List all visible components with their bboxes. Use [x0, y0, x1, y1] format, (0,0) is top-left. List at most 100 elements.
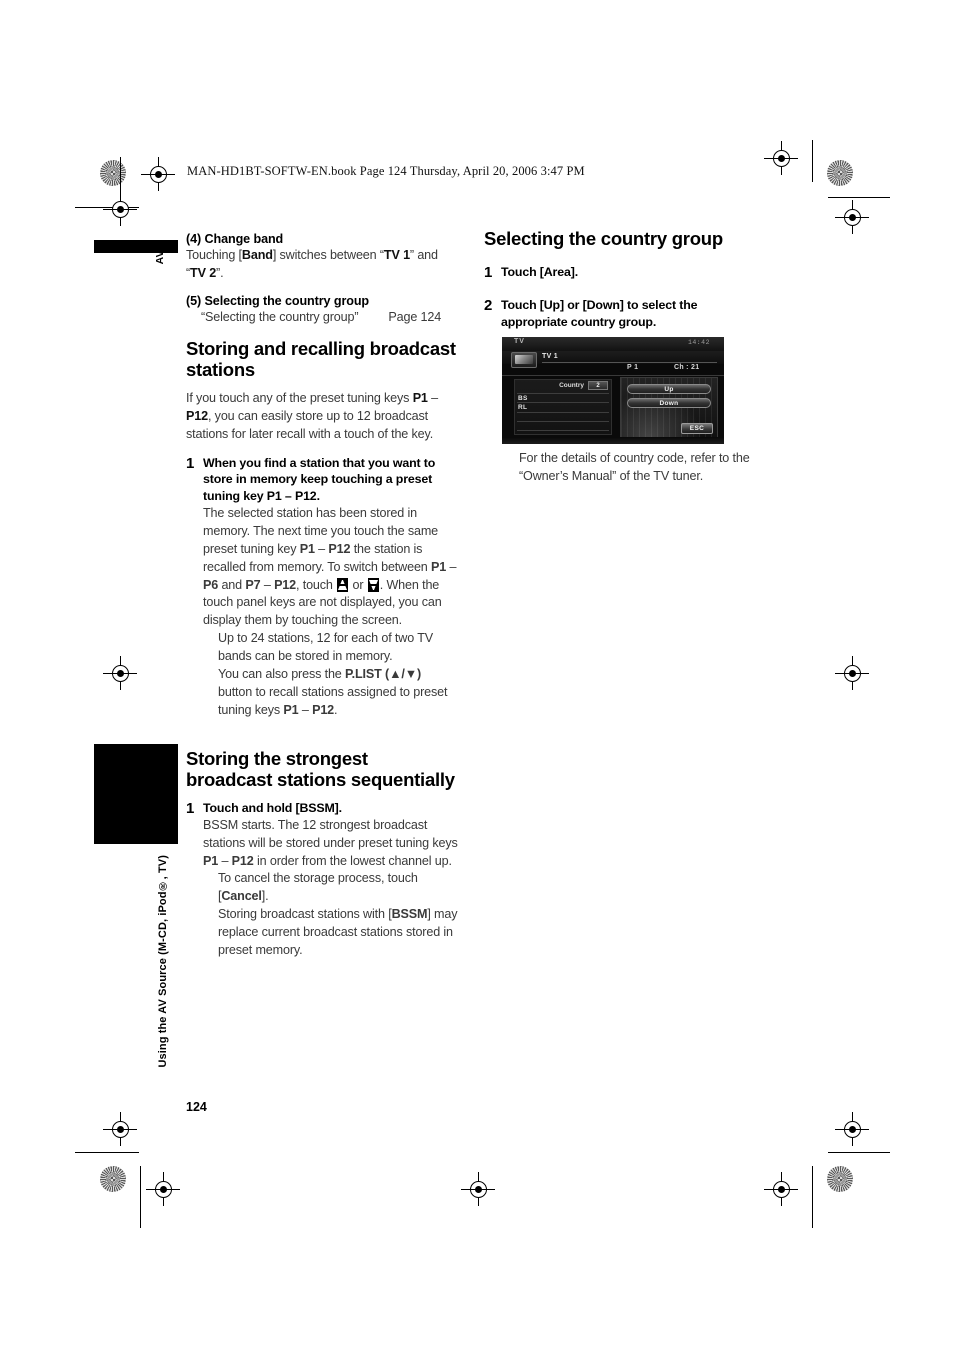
preset-page-down-icon	[367, 577, 379, 592]
step-note: Up to 24 stations, 12 for each of two TV…	[218, 631, 433, 664]
key-band: Band	[241, 248, 273, 262]
text-frag: .	[334, 702, 338, 717]
text-frag: Storing broadcast stations with [	[218, 907, 392, 922]
screen-channel-label: Ch : 21	[674, 364, 700, 371]
trim-rule-bottom-right	[828, 1152, 890, 1153]
paragraph-intro-presets: If you touch any of the preset tuning ke…	[186, 390, 458, 444]
xref-title: “Selecting the country group”	[201, 309, 359, 324]
device-screen-figure: TV 14:42 TV 1 P 1 Ch : 21 Country 2 BS R…	[502, 337, 724, 444]
registration-mark-bottom-center	[461, 1172, 495, 1206]
text-frag: ”.	[216, 265, 224, 280]
list-divider	[517, 421, 609, 422]
screen-clock: 14:42	[687, 339, 710, 346]
text-frag: ].	[261, 889, 269, 904]
band-tv1: TV 1	[383, 248, 410, 262]
step-title: When you find a station that you want to…	[203, 455, 458, 506]
registration-mark-top-left	[141, 157, 175, 191]
text-frag: –	[427, 390, 438, 405]
left-text-column: (4) Change band Touching [Band] switches…	[186, 232, 458, 971]
step-title: Touch [Area].	[501, 264, 578, 279]
tv-source-icon[interactable]	[511, 352, 537, 368]
key-p1: P1	[299, 541, 315, 556]
key-p12: P12	[294, 489, 317, 504]
text-frag: –	[260, 577, 275, 592]
registration-mark-bottom-right	[764, 1172, 798, 1206]
key-p12: P12	[186, 408, 208, 423]
step-content: Touch [Up] or [Down] to select the appro…	[501, 297, 756, 331]
page-number: 124	[186, 1100, 207, 1114]
key-cancel: Cancel	[221, 889, 262, 904]
cross-reference: “Selecting the country group” Page 124	[186, 309, 458, 327]
trim-rule-bottom-left-vert	[140, 1166, 141, 1228]
right-text-column: Selecting the country group 1 Touch [Are…	[484, 228, 756, 342]
file-header-stamp: MAN-HD1BT-SOFTW-EN.book Page 124 Thursda…	[187, 164, 585, 178]
trim-rule-bottom-right-vert	[812, 1166, 813, 1228]
screen-top-bar: TV 14:42	[502, 337, 724, 352]
heading-change-band: (4) Change band	[186, 232, 284, 246]
key-p6: P6	[203, 577, 219, 592]
print-registration-dot-bottom-left	[100, 1166, 126, 1192]
document-page: MAN-HD1BT-SOFTW-EN.book Page 124 Thursda…	[0, 0, 954, 1351]
step-title: Touch and hold [BSSM].	[203, 800, 342, 815]
step-note: You can also press the P.LIST (▲/▼) butt…	[203, 666, 458, 720]
running-head: Using the AV Source (M-CD, iPod®, TV)	[157, 855, 169, 1068]
up-button[interactable]: Up	[627, 384, 711, 394]
registration-mark-upper-left	[103, 192, 137, 226]
screen-divider	[502, 375, 724, 376]
text-frag: –	[446, 559, 457, 574]
step-item: 1 When you find a station that you want …	[186, 455, 458, 720]
chapter-label: Chapter 12	[156, 752, 173, 837]
text-frag: –	[314, 541, 329, 556]
registration-mark-mid-right	[835, 656, 869, 690]
step-content: Touch and hold [BSSM]. BSSM starts. The …	[203, 800, 458, 960]
step-item: 1 Touch [Area].	[484, 264, 756, 283]
step-content: When you find a station that you want to…	[203, 455, 458, 720]
trim-rule-left-vert	[120, 157, 121, 193]
list-divider	[517, 393, 609, 394]
av-tab-label: AV	[154, 250, 166, 265]
key-p1: P1	[266, 489, 282, 504]
step-item: 2 Touch [Up] or [Down] to select the app…	[484, 297, 756, 331]
section-heading-bssm: Storing the strongest broadcast stations…	[186, 747, 455, 791]
step-number: 1	[484, 263, 493, 281]
step-note: Storing broadcast stations with [BSSM] m…	[203, 906, 458, 960]
step-number: 2	[484, 297, 493, 315]
step-title: Touch [Up] or [Down] to select the appro…	[501, 298, 698, 330]
screen-bottom-edge	[502, 437, 724, 444]
print-registration-dot-bottom-right	[827, 1166, 853, 1192]
key-p12: P12	[231, 853, 254, 868]
key-p1: P1	[203, 853, 219, 868]
text-frag: , touch	[296, 577, 337, 592]
text-frag: –	[218, 853, 232, 868]
print-registration-dot	[100, 160, 126, 186]
key-p7: P7	[245, 577, 261, 592]
text-frag: –	[281, 489, 295, 504]
list-item[interactable]: RL	[518, 404, 527, 411]
text-frag: Touching [	[186, 248, 242, 262]
text-frag: If you touch any of the preset tuning ke…	[186, 390, 413, 405]
down-button[interactable]: Down	[627, 398, 711, 408]
step-number: 1	[186, 799, 195, 817]
text-frag: or	[349, 577, 367, 592]
key-p1: P1	[431, 559, 447, 574]
key-bssm: BSSM	[391, 907, 428, 922]
screen-band-label: TV 1	[542, 353, 558, 360]
text-frag: –	[298, 702, 313, 717]
key-plist: P.LIST (▲/▼)	[345, 666, 422, 681]
esc-button[interactable]: ESC	[681, 423, 713, 434]
key-p1: P1	[412, 390, 428, 405]
screen-preset-label: P 1	[627, 364, 639, 371]
list-divider	[517, 412, 609, 413]
text-frag: , you can easily store up to 12 broadcas…	[186, 408, 434, 441]
country-value: 2	[588, 381, 608, 390]
step-note: To cancel the storage process, touch [Ca…	[203, 870, 458, 906]
country-list-panel: Country 2 BS RL	[514, 379, 612, 435]
screen-band-rule	[542, 362, 717, 363]
list-item[interactable]: BS	[518, 395, 528, 402]
key-p12: P12	[274, 577, 297, 592]
registration-mark-lower-right	[835, 1112, 869, 1146]
text-frag: .	[316, 489, 320, 504]
figure-note: For the details of country code, refer t…	[519, 451, 750, 483]
xref-page: Page 124	[388, 309, 442, 324]
step-item: 1 Touch and hold [BSSM]. BSSM starts. Th…	[186, 800, 458, 960]
